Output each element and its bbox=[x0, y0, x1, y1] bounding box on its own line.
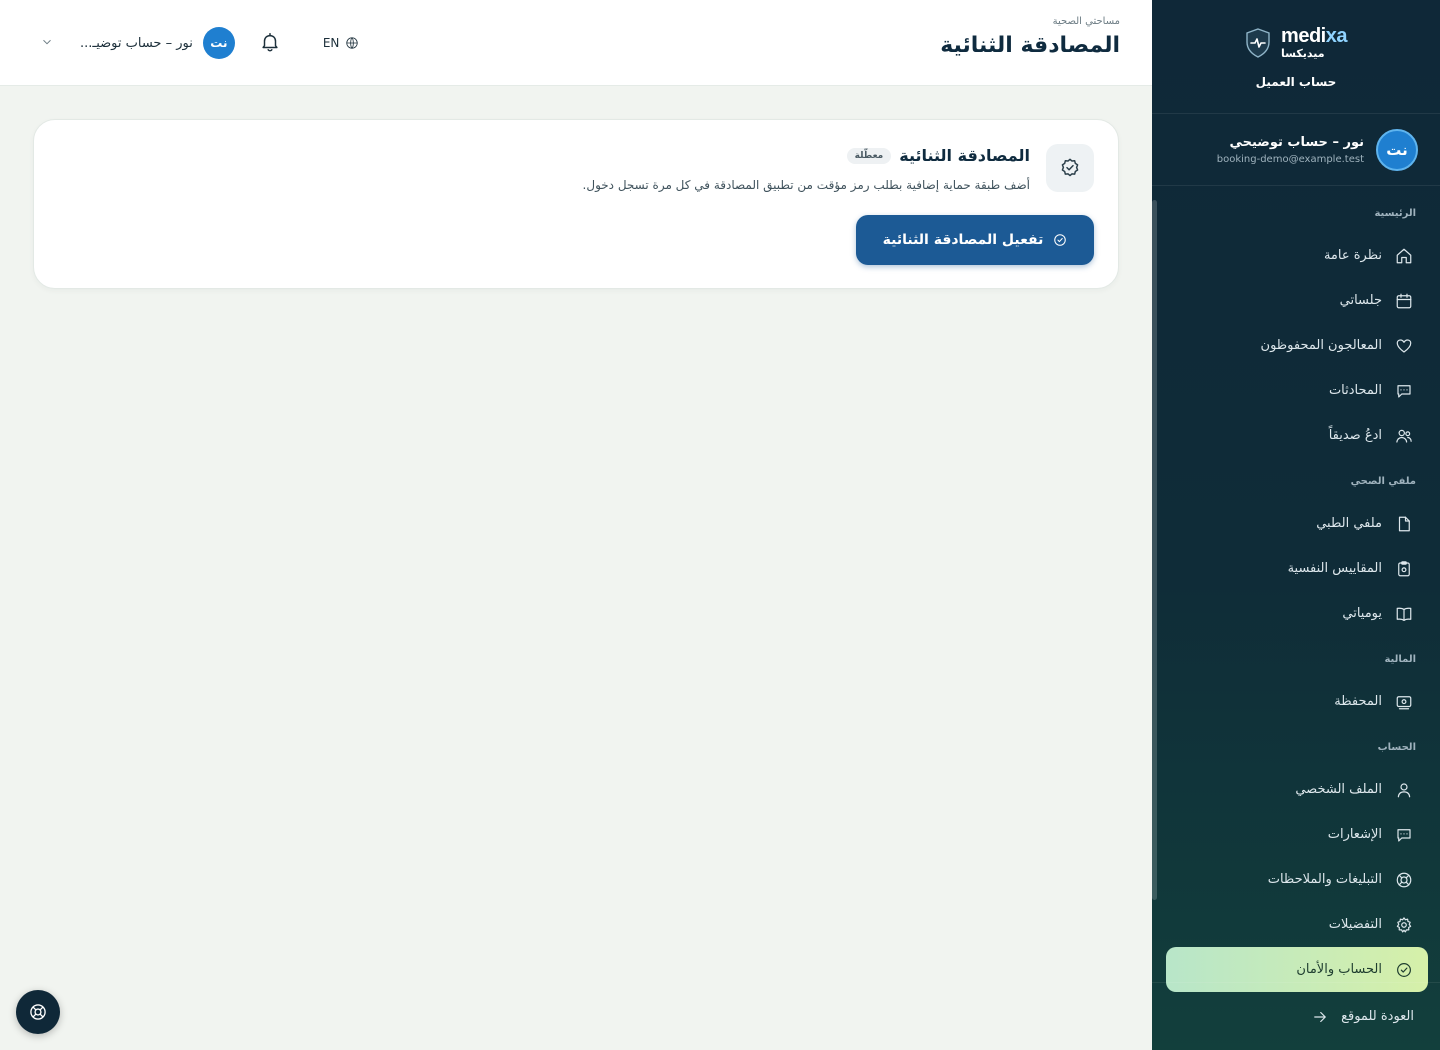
sidebar-item-wallet[interactable]: المحفظة bbox=[1166, 679, 1428, 724]
brand-name-ar: ميديكسا bbox=[1281, 47, 1325, 60]
enable-2fa-button[interactable]: تفعيل المصادقة الثنائية bbox=[856, 215, 1094, 265]
heart-icon bbox=[1394, 336, 1414, 356]
message-icon bbox=[1394, 825, 1414, 845]
chat-icon bbox=[1394, 381, 1414, 401]
back-link-label: العودة للموقع bbox=[1341, 1009, 1414, 1024]
sidebar-scrollbar[interactable] bbox=[1152, 190, 1157, 980]
nav-section-label: الرئيسية bbox=[1374, 208, 1416, 219]
status-badge: معطّلة bbox=[846, 147, 892, 164]
chevron-down-icon bbox=[40, 34, 54, 53]
sidebar-item-label: ملفي الطبي bbox=[1316, 516, 1382, 531]
lifebuoy-icon bbox=[1394, 870, 1414, 890]
sidebar-item-sessions[interactable]: جلساتي bbox=[1166, 278, 1428, 323]
top-header: مساحتي الصحية المصادقة الثنائية نور – حس… bbox=[0, 0, 1152, 86]
card-title: المصادقة الثنائية bbox=[899, 146, 1030, 165]
sidebar-item-overview[interactable]: نظرة عامة bbox=[1166, 233, 1428, 278]
brand: medixa ميديكسا حساب العميل bbox=[1152, 0, 1440, 114]
sidebar-item-label: الحساب والأمان bbox=[1296, 962, 1382, 977]
nav-section-label: الحساب bbox=[1377, 742, 1416, 753]
sidebar-item-label: الإشعارات bbox=[1327, 827, 1382, 842]
check-badge-icon bbox=[1054, 234, 1067, 246]
sidebar-item-profile[interactable]: الملف الشخصي bbox=[1166, 767, 1428, 812]
user-menu-name: نور – حساب توضيـ... bbox=[80, 35, 193, 51]
sidebar-item-psych-scales[interactable]: المقاييس النفسية bbox=[1166, 546, 1428, 591]
sidebar-item-label: يومياتي bbox=[1342, 606, 1382, 621]
user-email: booking-demo@example.test bbox=[1216, 153, 1364, 165]
nav-section-label: المالية bbox=[1384, 654, 1416, 665]
arrow-right-icon bbox=[1314, 1011, 1326, 1022]
calendar-icon bbox=[1394, 291, 1414, 311]
sidebar-nav: الرئيسية نظرة عامة جلساتي المعالجون المح… bbox=[1152, 200, 1440, 992]
language-label: EN bbox=[322, 36, 340, 50]
two-factor-card: المصادقة الثنائية معطّلة أضف طبقة حماية … bbox=[33, 119, 1119, 289]
enable-2fa-label: تفعيل المصادقة الثنائية bbox=[882, 232, 1044, 248]
scroll-thumb[interactable] bbox=[1152, 200, 1157, 900]
page-title: المصادقة الثنائية bbox=[940, 33, 1120, 58]
sidebar-item-label: الملف الشخصي bbox=[1295, 782, 1382, 797]
sidebar-item-reports[interactable]: التبليغات والملاحظات bbox=[1166, 857, 1428, 902]
sidebar-item-label: المقاييس النفسية bbox=[1287, 561, 1382, 576]
sidebar-item-label: التفضيلات bbox=[1328, 917, 1382, 932]
sidebar-item-conversations[interactable]: المحادثات bbox=[1166, 368, 1428, 413]
book-icon bbox=[1394, 604, 1414, 624]
brand-name-en: medixa bbox=[1281, 25, 1347, 47]
sidebar-item-saved-therapists[interactable]: المعالجون المحفوظون bbox=[1166, 323, 1428, 368]
avatar: نت bbox=[1376, 128, 1418, 171]
sidebar: medixa ميديكسا حساب العميل نت نور – حساب… bbox=[1152, 0, 1440, 1050]
shield-logo-icon bbox=[1246, 27, 1270, 58]
sidebar-item-invite-friend[interactable]: ادعُ صديقاً bbox=[1166, 413, 1428, 458]
sidebar-item-journal[interactable]: يومياتي bbox=[1166, 591, 1428, 636]
gear-icon bbox=[1394, 915, 1414, 935]
help-button[interactable] bbox=[16, 990, 60, 1034]
sidebar-item-notifications[interactable]: الإشعارات bbox=[1166, 812, 1428, 857]
sidebar-item-medical-file[interactable]: ملفي الطبي bbox=[1166, 501, 1428, 546]
globe-icon bbox=[346, 37, 359, 49]
sidebar-item-label: نظرة عامة bbox=[1323, 248, 1382, 263]
sidebar-user[interactable]: نت نور – حساب توضيحي booking-demo@exampl… bbox=[1152, 114, 1440, 186]
users-icon bbox=[1394, 426, 1414, 446]
sidebar-item-label: المحفظة bbox=[1334, 694, 1382, 709]
breadcrumb[interactable]: مساحتي الصحية bbox=[940, 16, 1120, 27]
file-icon bbox=[1394, 514, 1414, 534]
check-circle-icon bbox=[1394, 960, 1414, 980]
sidebar-item-label: المحادثات bbox=[1328, 383, 1382, 398]
home-icon bbox=[1394, 246, 1414, 266]
sidebar-item-label: المعالجون المحفوظون bbox=[1260, 338, 1382, 353]
lifebuoy-icon bbox=[30, 1004, 46, 1020]
account-type-label: حساب العميل bbox=[1255, 75, 1337, 89]
user-menu-dropdown[interactable]: نور – حساب توضيـ... نت bbox=[40, 23, 235, 63]
clipboard-icon bbox=[1394, 559, 1414, 579]
sidebar-item-label: التبليغات والملاحظات bbox=[1267, 872, 1382, 887]
wallet-icon bbox=[1394, 692, 1414, 712]
user-name: نور – حساب توضيحي bbox=[1229, 134, 1364, 150]
card-description: أضف طبقة حماية إضافية بطلب رمز مؤقت من ت… bbox=[582, 178, 1030, 192]
sidebar-item-label: ادعُ صديقاً bbox=[1328, 428, 1382, 443]
avatar: نت bbox=[202, 27, 235, 59]
nav-section-label: ملفي الصحي bbox=[1350, 476, 1416, 487]
language-switcher[interactable]: EN bbox=[323, 36, 360, 50]
sidebar-item-label: جلساتي bbox=[1339, 293, 1382, 308]
user-icon bbox=[1394, 780, 1414, 800]
sidebar-item-preferences[interactable]: التفضيلات bbox=[1166, 902, 1428, 947]
notifications-bell-icon[interactable] bbox=[259, 31, 283, 55]
brand-logo[interactable]: medixa ميديكسا bbox=[1245, 26, 1347, 59]
check-badge-icon bbox=[1046, 144, 1094, 192]
back-to-site-link[interactable]: العودة للموقع bbox=[1152, 982, 1440, 1050]
